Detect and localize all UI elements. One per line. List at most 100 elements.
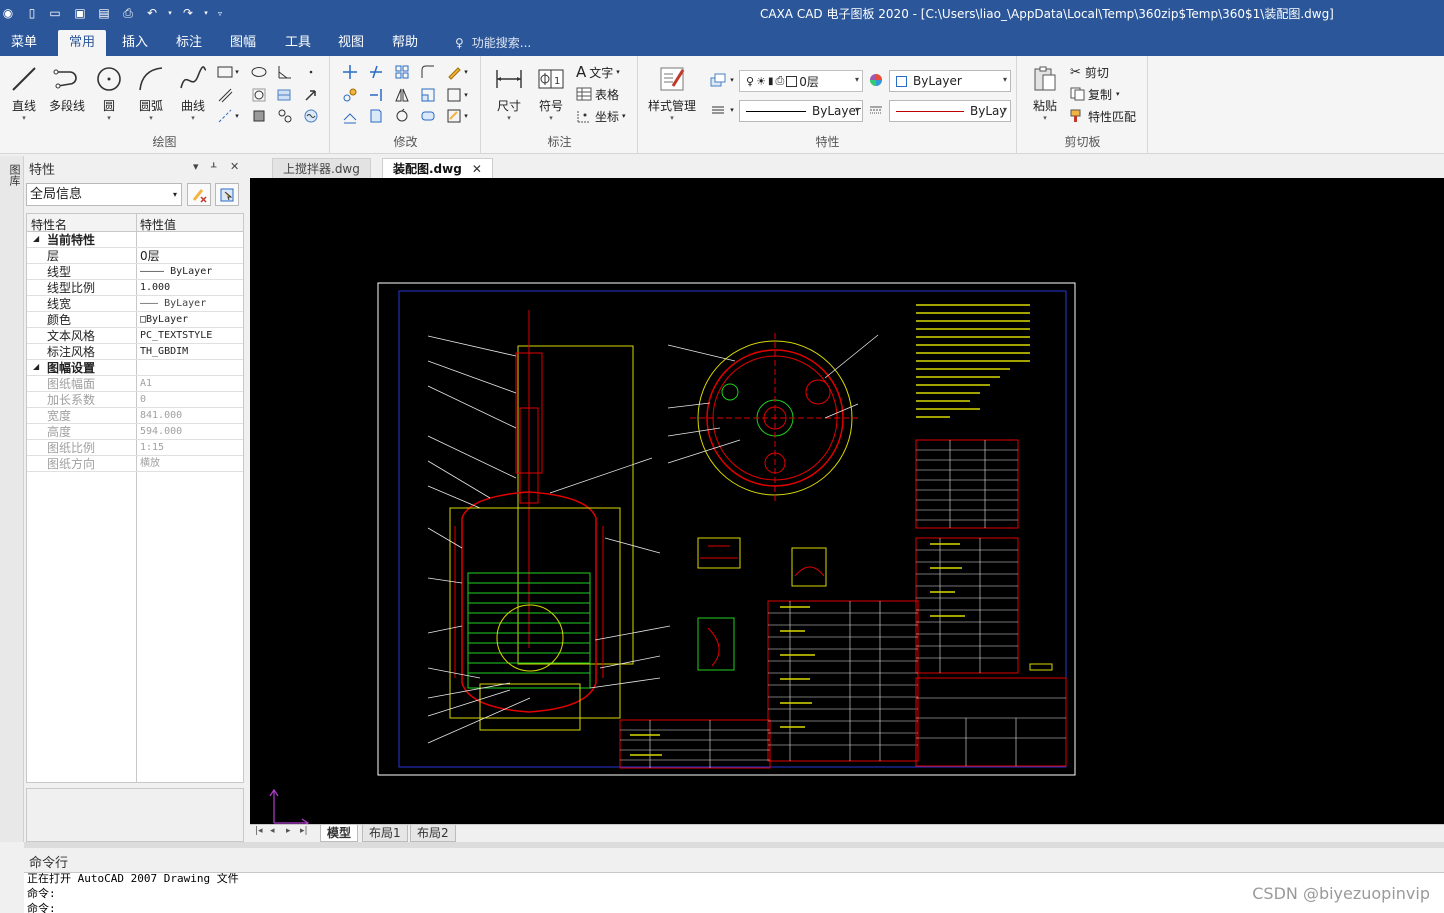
select-objects-button[interactable] [215, 183, 239, 206]
layer-manager-dropdown-icon[interactable]: ▾ [727, 70, 737, 90]
extend-icon[interactable] [365, 85, 387, 105]
copy-button[interactable]: 复制 ▾ [1070, 84, 1120, 104]
section-frame-settings[interactable]: 图幅设置 ◢ [27, 360, 243, 376]
fillet-icon[interactable] [417, 62, 439, 82]
match-properties-button[interactable]: 特性匹配 [1070, 106, 1136, 126]
tab-model[interactable]: 模型 [320, 825, 359, 842]
array-icon[interactable] [391, 62, 413, 82]
tab-insert[interactable]: 插入 [114, 30, 156, 56]
save-all-icon[interactable]: ▤ [96, 4, 112, 22]
rectangle-dropdown-icon[interactable]: ▾ [232, 62, 242, 82]
customize-toolbar-icon[interactable]: ▿ [212, 4, 228, 22]
hatch-icon[interactable] [248, 85, 270, 105]
linetype-manager-dropdown-icon[interactable]: ▾ [727, 100, 737, 120]
boundary-icon[interactable] [248, 106, 270, 126]
panel-menu-icon[interactable]: ▾ [193, 160, 199, 173]
doc-tab-assembly[interactable]: 装配图.dwg ✕ [382, 158, 493, 178]
tab-layout2[interactable]: 布局2 [410, 825, 456, 842]
tab-menu[interactable]: 菜单 [4, 30, 44, 56]
property-row[interactable]: 颜色 □ByLayer [27, 312, 243, 328]
property-row[interactable]: 标注风格 TH_GBDIM [27, 344, 243, 360]
tab-tools[interactable]: 工具 [277, 30, 319, 56]
doc-tab-upper-agitator[interactable]: 上搅拌器.dwg [272, 158, 371, 178]
scissors-icon: ✂ [1070, 64, 1081, 80]
tab-view[interactable]: 视图 [330, 30, 372, 56]
property-row[interactable]: 线型比例 1.000 [27, 280, 243, 296]
parallel-line-icon[interactable] [214, 85, 236, 105]
break-icon[interactable] [417, 106, 439, 126]
tab-layout1[interactable]: 布局1 [362, 825, 408, 842]
section-current-properties[interactable]: 当前特性 ◢ [27, 232, 243, 248]
layer-manager-icon[interactable] [707, 70, 729, 90]
text-button[interactable]: A 文字 ▾ [576, 62, 620, 82]
paste-button[interactable]: 粘贴 ▾ [1024, 62, 1066, 132]
offset-icon[interactable] [339, 106, 361, 126]
table-button[interactable]: 表格 [576, 84, 619, 104]
erase-dropdown-icon[interactable]: ▾ [461, 62, 471, 82]
save-icon[interactable]: ▣ [72, 4, 88, 22]
arc-button[interactable]: 圆弧 ▾ [130, 62, 172, 132]
ellipse-icon[interactable] [248, 62, 270, 82]
move-icon[interactable] [339, 62, 361, 82]
feature-search[interactable]: ♀ 功能搜索... [455, 30, 531, 56]
rotate-icon[interactable] [391, 106, 413, 126]
cut-button[interactable]: ✂ 剪切 [1070, 62, 1109, 82]
tab-help[interactable]: 帮助 [384, 30, 426, 56]
explode-dropdown-icon[interactable]: ▾ [461, 85, 471, 105]
wave-line-icon[interactable] [300, 106, 322, 126]
line-button[interactable]: 直线 ▾ [3, 62, 45, 132]
drawing-canvas[interactable] [250, 178, 1444, 824]
dimension-button[interactable]: 尺寸 ▾ [488, 62, 530, 132]
linetype-icon[interactable] [707, 100, 729, 120]
trim-icon[interactable] [365, 62, 387, 82]
mirror-icon[interactable] [391, 85, 413, 105]
color-select[interactable]: ByLayer ▾ [889, 70, 1011, 92]
prev-tab-icon[interactable]: ◂ [270, 826, 275, 836]
lineweight-icon[interactable] [865, 100, 887, 120]
close-tab-icon[interactable]: ✕ [472, 162, 482, 176]
style-manager-button[interactable]: 样式管理 ▾ [645, 62, 699, 132]
color-wheel-icon[interactable] [865, 70, 887, 90]
lineweight-select[interactable]: ByLay ▾ [889, 100, 1011, 122]
polyline-button[interactable]: 多段线 [45, 62, 89, 132]
point-icon[interactable] [300, 62, 322, 82]
group-objects-icon[interactable] [274, 106, 296, 126]
copy-object-icon[interactable] [339, 85, 361, 105]
scope-select[interactable]: 全局信息 ▾ [26, 183, 182, 206]
tab-frame[interactable]: 图幅 [222, 30, 264, 56]
stretch-icon[interactable] [365, 106, 387, 126]
panel-pin-icon[interactable]: ᚆ [211, 160, 216, 173]
block-insert-icon[interactable] [274, 85, 296, 105]
last-tab-icon[interactable]: ▸| [300, 826, 308, 836]
open-folder-icon[interactable]: ▭ [47, 4, 63, 22]
tab-common[interactable]: 常用 [58, 30, 106, 56]
property-row[interactable]: 层 0层 [27, 248, 243, 264]
new-file-icon[interactable]: ▯ [24, 4, 40, 22]
property-row[interactable]: 线宽 ——— ByLayer [27, 296, 243, 312]
tab-annotate[interactable]: 标注 [168, 30, 210, 56]
undo-icon[interactable]: ↶ [144, 4, 160, 22]
panel-close-icon[interactable]: ✕ [230, 160, 239, 173]
library-tab[interactable]: 图库 [4, 164, 21, 186]
arrow-icon[interactable] [300, 85, 322, 105]
coordinate-button[interactable]: 坐标 ▾ [576, 106, 626, 126]
property-row[interactable]: 线型 ———— ByLayer [27, 264, 243, 280]
corner-line-icon[interactable] [274, 62, 296, 82]
linetype-select[interactable]: ByLayer ▾ [739, 100, 863, 122]
circle-button[interactable]: 圆 ▾ [88, 62, 130, 132]
app-logo-icon[interactable]: ◉ [0, 4, 16, 22]
chamfer-dropdown-icon[interactable]: ▾ [461, 106, 471, 126]
scale-icon[interactable] [417, 85, 439, 105]
first-tab-icon[interactable]: |◂ [255, 826, 263, 836]
layer-select[interactable]: ♀ ☀ ▮ ⎙ 0层 ▾ [739, 70, 863, 92]
property-row[interactable]: 文本风格 PC_TEXTSTYLE [27, 328, 243, 344]
command-history[interactable]: 正在打开 AutoCAD 2007 Drawing 文件 命令: 命令: [24, 872, 1444, 913]
quick-select-button[interactable] [187, 183, 211, 206]
symbol-button[interactable]: 1 符号 ▾ [530, 62, 572, 132]
undo-dropdown-icon[interactable]: ▾ [162, 4, 178, 22]
centerline-dropdown-icon[interactable]: ▾ [232, 106, 242, 126]
next-tab-icon[interactable]: ▸ [286, 826, 291, 836]
curve-button[interactable]: 曲线 ▾ [172, 62, 214, 132]
redo-icon[interactable]: ↷ [180, 4, 196, 22]
print-icon[interactable]: ⎙ [120, 4, 136, 22]
